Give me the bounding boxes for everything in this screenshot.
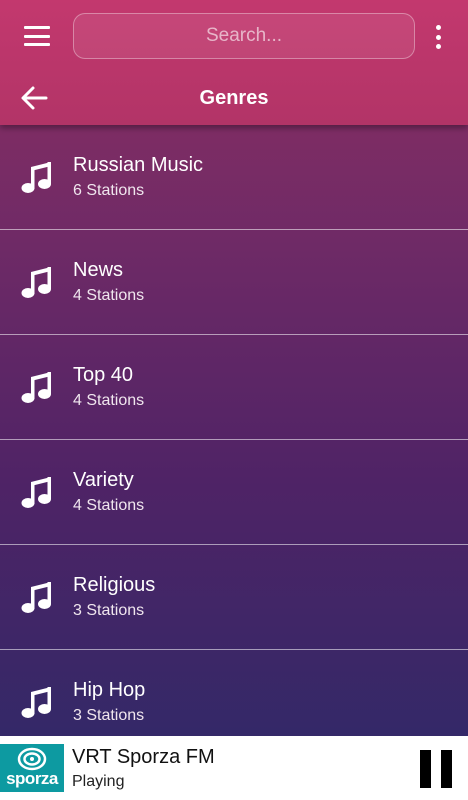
station-logo-text: sporza	[6, 769, 58, 788]
genre-row-news[interactable]: News 4 Stations	[0, 230, 468, 335]
page-title: Genres	[199, 87, 269, 109]
genre-station-count: 3 Stations	[73, 602, 145, 619]
genre-row-variety[interactable]: Variety 4 Stations	[0, 440, 468, 545]
now-playing-bar[interactable]: sporza VRT Sporza FM Playing	[0, 736, 468, 800]
genre-name: Variety	[73, 469, 134, 491]
genre-row-religious[interactable]: Religious 3 Stations	[0, 545, 468, 650]
genre-row-russian-music[interactable]: Russian Music 6 Stations	[0, 125, 468, 230]
playback-status: Playing	[72, 773, 125, 790]
search-box[interactable]	[73, 13, 415, 59]
search-input[interactable]	[74, 24, 414, 48]
pause-icon[interactable]	[418, 750, 454, 788]
genre-station-count: 3 Stations	[73, 707, 145, 724]
genre-list: Russian Music 6 Stations News 4 Stations…	[0, 125, 468, 755]
genre-station-count: 4 Stations	[73, 497, 145, 514]
genre-name: Religious	[73, 574, 156, 596]
app-bar: Genres	[0, 0, 468, 125]
genre-name: Hip Hop	[73, 679, 146, 701]
music-note-icon	[21, 582, 51, 613]
hamburger-icon[interactable]	[24, 26, 50, 46]
music-note-icon	[21, 162, 51, 193]
genre-name: News	[73, 259, 124, 281]
genre-station-count: 6 Stations	[73, 182, 145, 199]
station-name: VRT Sporza FM	[72, 746, 215, 768]
kebab-icon[interactable]	[432, 25, 444, 49]
music-note-icon	[21, 687, 51, 718]
music-note-icon	[21, 477, 51, 508]
genre-name: Top 40	[73, 364, 134, 386]
music-note-icon	[21, 372, 51, 403]
genre-station-count: 4 Stations	[73, 392, 145, 409]
music-note-icon	[21, 267, 51, 298]
swirl-icon	[17, 747, 47, 771]
genre-name: Russian Music	[73, 154, 204, 176]
genre-row-top-40[interactable]: Top 40 4 Stations	[0, 335, 468, 440]
genre-station-count: 4 Stations	[73, 287, 145, 304]
station-logo: sporza	[0, 744, 64, 792]
